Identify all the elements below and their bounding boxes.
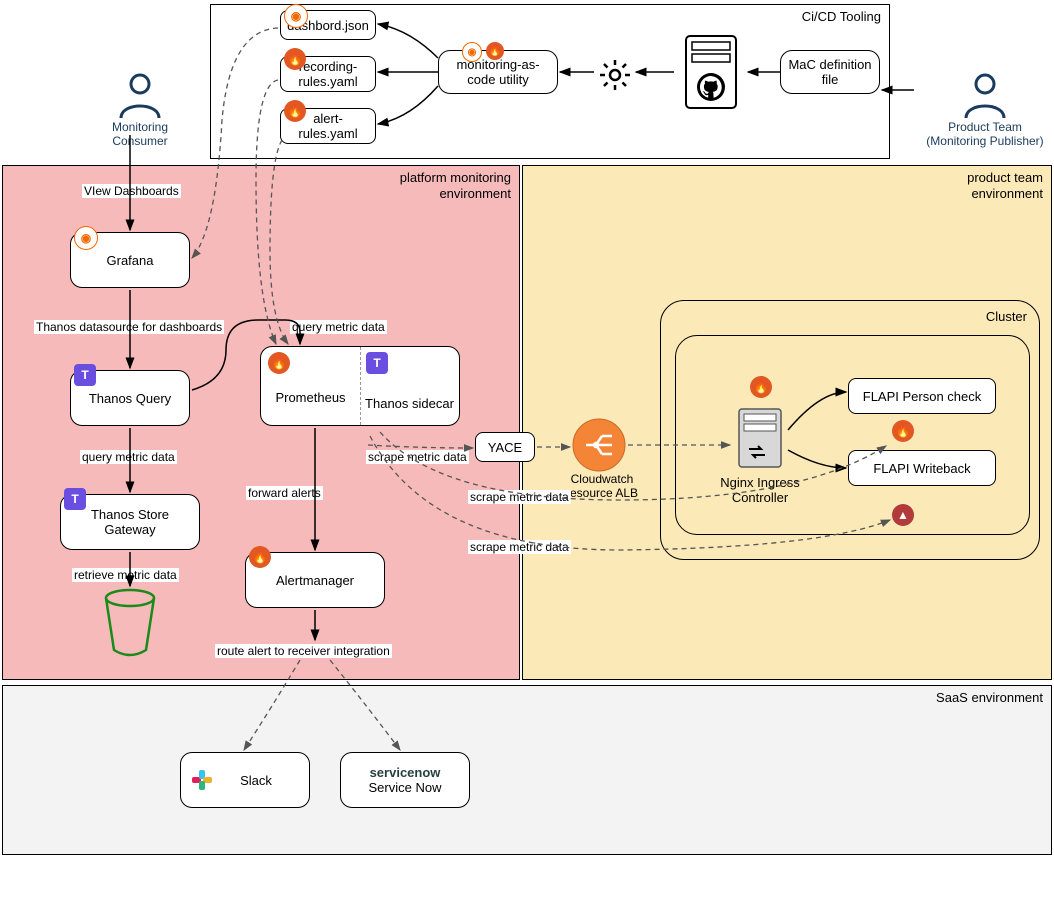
edge-view-dashboards: VIew Dashboards <box>82 184 181 198</box>
box-flapi-person-label: FLAPI Person check <box>863 389 982 404</box>
nginx-server: Nginx Ingress Controller <box>700 395 820 515</box>
edge-scrape-2: scrape metric data <box>468 490 571 504</box>
box-mac-definition-label: MaC definition file <box>785 57 875 87</box>
thanos-icon: T <box>74 364 96 386</box>
actor-publisher-label2: (Monitoring Publisher) <box>915 134 1054 148</box>
edge-thanos-ds: Thanos datasource for dashboards <box>34 320 224 334</box>
edge-retrieve-metric: retrieve metric data <box>72 568 179 582</box>
box-yace: YACE <box>475 432 535 462</box>
thanos-icon: T <box>366 352 388 374</box>
prometheus-icon: 🔥 <box>284 48 306 70</box>
cluster-label: Cluster <box>986 309 1027 324</box>
zone-saas-label: SaaS environment <box>933 690 1043 706</box>
actor-publisher-label1: Product Team <box>915 120 1054 134</box>
zone-platform-label: platform monitoring environment <box>341 170 511 201</box>
box-mac-definition: MaC definition file <box>780 50 880 94</box>
box-flapi-person: FLAPI Person check <box>848 378 996 414</box>
grafana-icon: ◉ <box>284 4 308 28</box>
box-slack-label: Slack <box>240 773 272 788</box>
prometheus-icon: 🔥 <box>750 376 772 398</box>
zone-cicd-label: Ci/CD Tooling <box>802 9 881 25</box>
box-alertmanager-label: Alertmanager <box>276 573 354 588</box>
gear-icon <box>596 56 634 97</box>
box-grafana-label: Grafana <box>107 253 154 268</box>
box-thanos-sidecar-label: Thanos sidecar <box>360 396 459 411</box>
box-thanos-query-label: Thanos Query <box>89 391 171 406</box>
box-nginx-label: Nginx Ingress Controller <box>704 475 816 505</box>
box-servicenow-label: Service Now <box>369 780 442 795</box>
thanos-icon: T <box>64 488 86 510</box>
prometheus-icon: 🔥 <box>486 42 504 60</box>
box-thanos-store-label: Thanos Store Gateway <box>65 507 195 537</box>
diagram-canvas: Ci/CD Tooling platform monitoring enviro… <box>0 0 1054 907</box>
person-icon <box>960 70 1010 120</box>
actor-consumer-label: Monitoring Consumer <box>90 120 190 148</box>
prometheus-icon: 🔥 <box>268 352 290 374</box>
edge-query-metric-1: query metric data <box>290 320 387 334</box>
edge-route-alert: route alert to receiver integration <box>215 644 392 658</box>
prometheus-icon: 🔥 <box>892 420 914 442</box>
actor-monitoring-consumer: Monitoring Consumer <box>90 70 190 148</box>
box-flapi-writeback-label: FLAPI Writeback <box>873 461 970 476</box>
alertmanager-icon: ▲ <box>892 504 914 526</box>
zone-saas: SaaS environment <box>2 685 1052 855</box>
box-flapi-writeback: FLAPI Writeback <box>848 450 996 486</box>
edge-query-metric-2: query metric data <box>80 450 177 464</box>
edge-scrape-3: scrape metric data <box>468 540 571 554</box>
zone-product-label: product team environment <box>893 170 1043 201</box>
prometheus-icon: 🔥 <box>249 546 271 568</box>
grafana-icon: ◉ <box>462 42 482 62</box>
box-mac-utility-label: monitoring-as-code utility <box>443 57 553 87</box>
slack-icon <box>190 768 214 792</box>
server-icon <box>735 405 785 471</box>
prometheus-icon: 🔥 <box>284 100 306 122</box>
servicenow-brand: servicenow <box>370 765 441 780</box>
actor-product-team: Product Team (Monitoring Publisher) <box>915 70 1054 148</box>
edge-scrape-1: scrape metric data <box>366 450 469 464</box>
box-servicenow: servicenow Service Now <box>340 752 470 808</box>
box-prometheus-label: Prometheus <box>261 390 360 405</box>
box-yace-label: YACE <box>488 440 522 455</box>
edge-forward-alerts: forward alerts <box>246 486 323 500</box>
server-github-icon <box>676 32 746 115</box>
cloudwatch-icon <box>572 418 626 475</box>
box-prometheus-sidecar: Prometheus Thanos sidecar <box>260 346 460 426</box>
s3-bucket-icon <box>100 588 160 661</box>
grafana-icon: ◉ <box>74 226 98 250</box>
person-icon <box>115 70 165 120</box>
